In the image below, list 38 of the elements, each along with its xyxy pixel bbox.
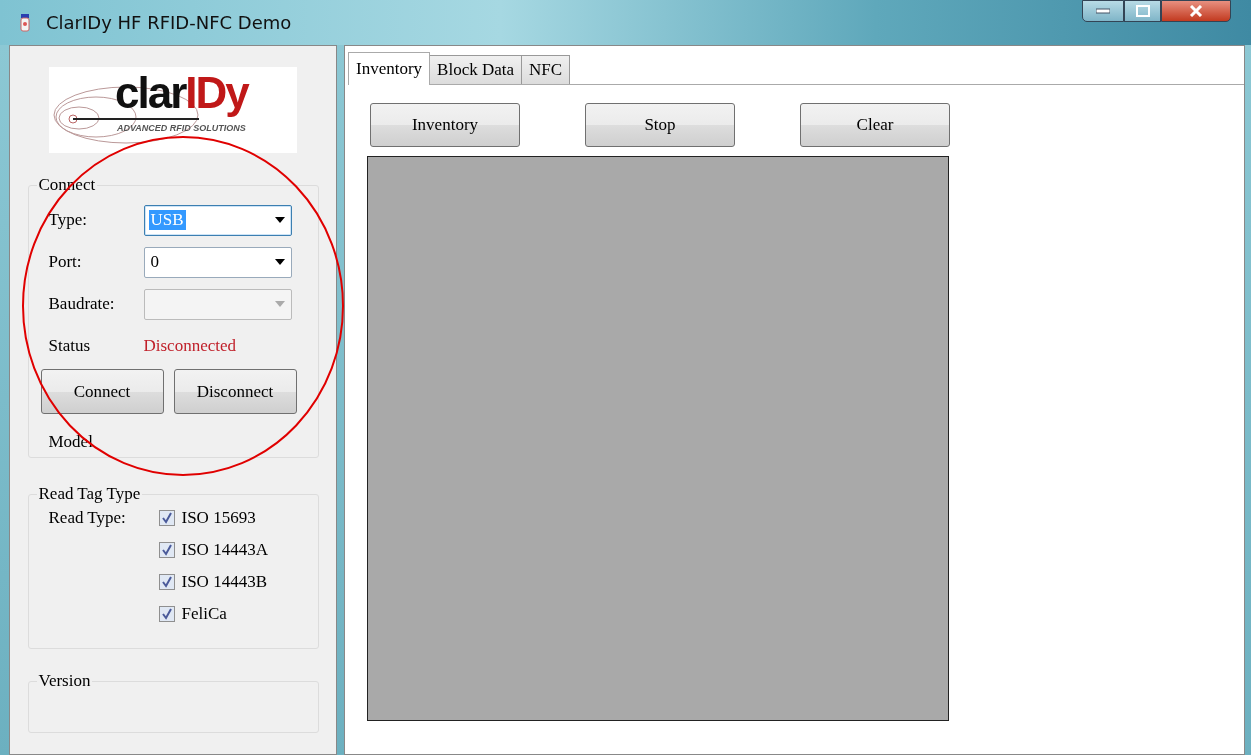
maximize-icon xyxy=(1135,5,1150,17)
window-title: ClarIDy HF RFID-NFC Demo xyxy=(46,12,292,33)
status-text: Disconnected xyxy=(143,336,237,356)
logo-tagline: ADVANCED RFID SOLUTIONS xyxy=(117,123,246,133)
dropdown[interactable]: 0 xyxy=(143,246,292,278)
minimize-icon xyxy=(1096,8,1110,14)
tab[interactable]: Block Data xyxy=(429,55,523,84)
field-label: Type: xyxy=(47,210,88,230)
checkbox[interactable] xyxy=(158,510,175,526)
close-icon xyxy=(1189,5,1203,17)
dropdown-arrow-icon xyxy=(274,301,285,307)
logo-wordmark: clarIDy xyxy=(115,67,248,119)
read-type-label: Read Type: xyxy=(47,508,127,529)
app-icon xyxy=(20,13,30,32)
toolbar-button[interactable]: Clear xyxy=(800,103,950,147)
close-button[interactable] xyxy=(1161,0,1231,22)
tab[interactable]: NFC xyxy=(521,55,571,84)
toolbar-button[interactable]: Inventory xyxy=(370,103,520,147)
checkbox-option[interactable]: ISO 14443A xyxy=(158,540,268,560)
checkbox-option[interactable]: FeliCa xyxy=(158,604,268,624)
maximize-button[interactable] xyxy=(1124,0,1161,22)
checkbox[interactable] xyxy=(158,574,175,590)
status-label: Status xyxy=(47,336,92,356)
connect-button[interactable]: Disconnect xyxy=(173,369,297,414)
field-label: Port: xyxy=(47,252,83,272)
field-label: Baudrate: xyxy=(47,294,116,314)
group-title: Version xyxy=(37,671,92,691)
connect-button[interactable]: Connect xyxy=(40,369,164,414)
group-title: Read Tag Type xyxy=(37,484,142,504)
tab[interactable]: Inventory xyxy=(348,52,431,85)
checkbox[interactable] xyxy=(158,606,175,622)
dropdown-arrow-icon xyxy=(274,259,285,265)
checkbox-option[interactable]: ISO 15693 xyxy=(158,508,268,528)
minimize-button[interactable] xyxy=(1082,0,1124,22)
checkbox[interactable] xyxy=(158,542,175,558)
toolbar-button[interactable]: Stop xyxy=(585,103,735,147)
dropdown-arrow-icon xyxy=(274,217,285,223)
checkbox-option[interactable]: ISO 14443B xyxy=(158,572,268,592)
